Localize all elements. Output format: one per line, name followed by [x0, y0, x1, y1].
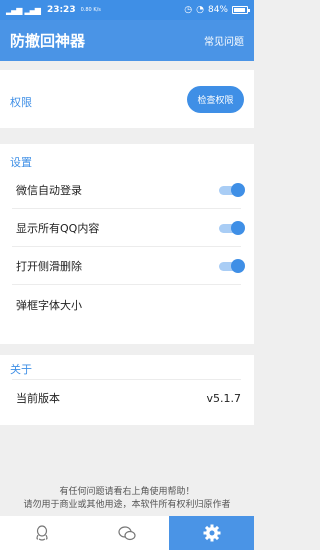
gear-icon	[203, 524, 221, 542]
settings-title: 设置	[10, 156, 32, 169]
signal-icon-2: ▂▄▆	[24, 5, 41, 15]
version-label: 当前版本	[16, 392, 60, 405]
battery-percent: 84%	[207, 5, 228, 15]
about-section: 关于 当前版本 v5.1.7	[0, 355, 254, 425]
app-title: 防撤回神器	[10, 32, 86, 50]
tab-wechat[interactable]	[85, 516, 170, 550]
tab-qq[interactable]	[0, 516, 85, 550]
network-speed: 0.80 K/s	[80, 6, 101, 13]
footer-line-2: 请勿用于商业或其他用途，本软件所有权利归原作者	[23, 500, 231, 510]
settings-section: 设置 微信自动登录 显示所有QQ内容 打开侧滑删除 弹框字体大小	[0, 144, 254, 344]
footer-line-1: 有任何问题请看右上角使用帮助！	[59, 487, 195, 497]
about-title: 关于	[10, 363, 32, 376]
permission-section: 权限 检查权限	[0, 70, 254, 128]
setting-dialog-font-size[interactable]: 弹框字体大小	[12, 286, 241, 323]
permission-title: 权限	[10, 96, 32, 109]
qq-icon	[36, 525, 48, 541]
battery-icon	[232, 6, 250, 14]
app-bar: 防撤回神器 常见问题	[0, 20, 254, 61]
current-version-row: 当前版本 v5.1.7	[12, 379, 241, 416]
wechat-auto-login-toggle[interactable]	[219, 182, 245, 197]
footer-notice: 有任何问题请看右上角使用帮助！ 请勿用于商业或其他用途，本软件所有权利归原作者	[0, 486, 254, 512]
version-value: v5.1.7	[206, 391, 242, 405]
swipe-delete-toggle[interactable]	[219, 258, 245, 273]
setting-label: 微信自动登录	[16, 184, 82, 197]
setting-swipe-delete[interactable]: 打开侧滑删除	[12, 248, 245, 285]
setting-show-all-qq[interactable]: 显示所有QQ内容	[12, 210, 245, 247]
setting-label: 显示所有QQ内容	[16, 222, 100, 235]
show-all-qq-toggle[interactable]	[219, 220, 245, 235]
tab-settings[interactable]	[169, 516, 255, 550]
setting-wechat-auto-login[interactable]: 微信自动登录	[12, 172, 245, 209]
check-permission-button[interactable]: 检查权限	[187, 86, 244, 113]
alarm-icon: ◷	[184, 5, 193, 15]
signal-icon: ▂▄▆	[6, 5, 23, 15]
help-link[interactable]: 常见问题	[204, 33, 244, 48]
bottom-tab-bar	[0, 516, 255, 550]
status-time: 23:23	[46, 5, 76, 15]
setting-label: 打开侧滑删除	[16, 260, 82, 273]
status-bar: ▂▄▆ ▂▄▆ 23:23 0.80 K/s ◷ ◔ 84%	[0, 0, 254, 20]
wechat-icon	[118, 525, 136, 540]
wifi-icon: ◔	[196, 5, 204, 15]
setting-label: 弹框字体大小	[16, 298, 82, 312]
